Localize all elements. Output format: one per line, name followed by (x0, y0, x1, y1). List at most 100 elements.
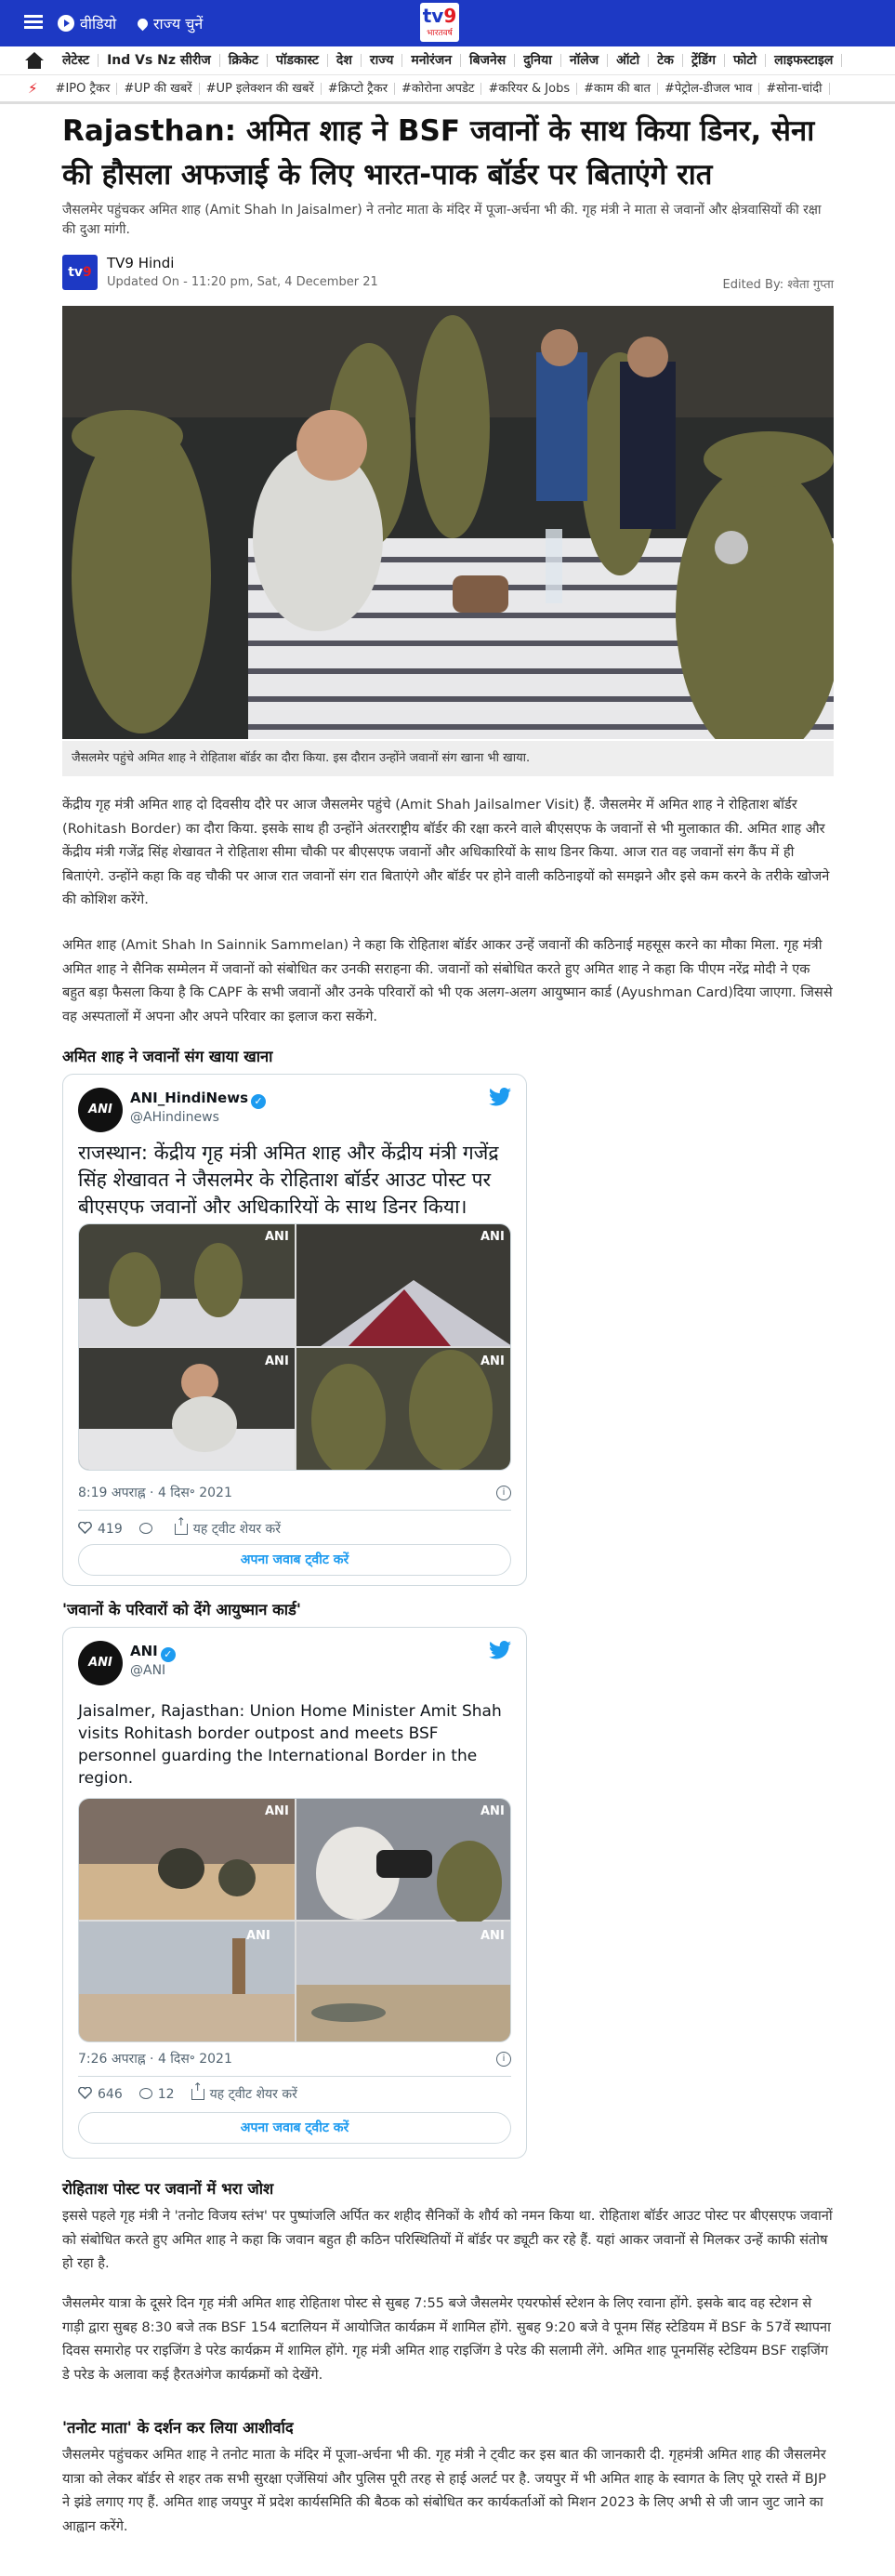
tweet-timestamp[interactable]: 8:19 अपराह्न · 4 दिस॰ 2021 (78, 1484, 232, 1501)
location-pin-icon (135, 16, 151, 31)
like-count: 419 (98, 1521, 123, 1537)
reply-button[interactable]: 12 (138, 2086, 175, 2102)
trending-tag[interactable]: #कोरोना अपडेट (395, 82, 482, 95)
hero-image (62, 306, 834, 739)
state-selector[interactable]: राज्य चुनें (135, 13, 204, 33)
embedded-tweet-1[interactable]: ANI ANI_HindiNews ✓ @AHindinews राजस्थान:… (62, 1074, 527, 1586)
paragraph-3: इससे पहले गृह मंत्री ने 'तनोट विजय स्तंभ… (62, 2208, 833, 2271)
ani-watermark: ANI (265, 1230, 289, 1244)
nav-item[interactable]: दुनिया (515, 54, 561, 67)
ani-watermark: ANI (265, 1354, 289, 1368)
share-button[interactable]: यह ट्वीट शेयर करें (174, 1515, 282, 1538)
video-link[interactable]: वीडियो (58, 13, 116, 33)
twitter-bird-icon[interactable] (489, 1088, 511, 1106)
author-logo: tv9 (62, 255, 98, 290)
tweet-avatar[interactable]: ANI (78, 1088, 123, 1132)
state-label: राज्य चुनें (153, 15, 204, 33)
reply-tweet-button[interactable]: अपना जवाब ट्वीट करें (78, 2112, 511, 2144)
share-label: यह ट्वीट शेयर करें (209, 2087, 297, 2102)
trending-tag[interactable]: #काम की बात (577, 82, 658, 95)
hero-photo-illustration (62, 306, 834, 739)
nav-item[interactable]: मनोरंजन (402, 54, 461, 67)
ani-watermark: ANI (480, 1804, 505, 1818)
tweet-avatar[interactable]: ANI (78, 1641, 123, 1685)
section-heading-dinner: अमित शाह ने जवानों संग खाया खाना (62, 1048, 273, 1065)
trending-tag[interactable]: #क्रिप्टो ट्रैकर (322, 82, 396, 95)
tweet-actions: 419 यह ट्वीट शेयर करें (78, 1515, 282, 1538)
trending-tag[interactable]: #पेट्रोल-डीजल भाव (658, 82, 760, 95)
nav-item[interactable]: ऑटो (608, 54, 650, 67)
video-label: वीडियो (80, 15, 117, 33)
nav-item[interactable]: फोटो (725, 54, 767, 67)
info-icon[interactable]: i (496, 2052, 511, 2067)
updated-time: Updated On - 11:20 pm, Sat, 4 December 2… (107, 275, 378, 289)
nav-item[interactable]: बिजनेस (461, 54, 516, 67)
logo-subtext: भारतवर्ष (427, 29, 453, 38)
twitter-bird-icon[interactable] (489, 1641, 511, 1659)
top-bar: वीडियो राज्य चुनें tv9 भारतवर्ष (0, 0, 895, 46)
tweet-author-name-text: ANI (130, 1643, 158, 1659)
nav-item[interactable]: क्रिकेट (220, 54, 268, 67)
nav-item[interactable]: लेटेस्ट (54, 54, 99, 67)
trending-tag[interactable]: #करियर & Jobs (481, 82, 578, 95)
logo-text: tv9 (422, 5, 457, 27)
author-block: tv9 TV9 Hindi Updated On - 11:20 pm, Sat… (62, 253, 834, 292)
tweet-actions: 646 12 यह ट्वीट शेयर करें (78, 2081, 297, 2103)
nav-item[interactable]: ट्रेंडिंग (683, 54, 725, 67)
trending-tags-bar: ⚡ #IPO ट्रैकर #UP की खबरें #UP इलेक्शन की … (0, 74, 895, 104)
nav-item[interactable]: Ind Vs Nz सीरीज (99, 54, 220, 67)
play-icon (58, 15, 74, 32)
tweet-author-name[interactable]: ANI_HindiNews ✓ (130, 1090, 267, 1109)
nav-item[interactable]: पॉडकास्ट (268, 54, 328, 67)
reply-count: 12 (157, 2086, 175, 2102)
reply-button[interactable] (138, 1522, 158, 1537)
section-heading-rohitash: रोहिताश पोस्ट पर जवानों में भरा जोश (62, 2180, 274, 2198)
tweet-author-name[interactable]: ANI ✓ (130, 1643, 176, 1662)
tweet-author-name-text: ANI_HindiNews (130, 1090, 249, 1106)
like-button[interactable]: 419 (78, 1521, 123, 1537)
image-caption: जैसलमेर पहुंचे अमित शाह ने रोहिताश बॉर्ड… (62, 741, 834, 776)
ani-watermark: ANI (246, 1929, 270, 1943)
tweet-photos (79, 1224, 510, 1470)
nav-item[interactable]: लाइफस्टाइल (766, 54, 843, 67)
nav-item[interactable]: राज्य (362, 54, 403, 67)
heart-icon (78, 1521, 92, 1534)
info-icon[interactable]: i (496, 1486, 511, 1500)
trending-tag[interactable]: #UP की खबरें (117, 82, 200, 95)
nav-item[interactable]: टेक (649, 54, 683, 67)
home-icon[interactable] (24, 52, 45, 69)
like-count: 646 (98, 2086, 123, 2102)
edited-by: Edited By: श्वेता गुप्ता (722, 278, 835, 292)
tweet-divider (78, 2076, 511, 2077)
share-icon (174, 1515, 188, 1535)
tweet-media-grid[interactable]: ANI ANI ANI ANI (78, 1798, 511, 2042)
ani-watermark: ANI (480, 1929, 505, 1943)
share-label: यह ट्वीट शेयर करें (192, 1522, 282, 1537)
tweet-handle[interactable]: @AHindinews (130, 1110, 219, 1125)
heart-icon (78, 2086, 92, 2099)
trending-tag[interactable]: #UP इलेक्शन की खबरें (200, 82, 322, 95)
article-summary: जैसलमेर पहुंचकर अमित शाह (Amit Shah In J… (62, 203, 822, 237)
hamburger-menu-icon[interactable] (24, 15, 43, 29)
nav-item[interactable]: देश (328, 54, 362, 67)
share-button[interactable]: यह ट्वीट शेयर करें (191, 2081, 297, 2103)
trending-tag[interactable]: #IPO ट्रैकर (49, 82, 118, 95)
author-name[interactable]: TV9 Hindi (107, 255, 174, 271)
tweet-handle[interactable]: @ANI (130, 1663, 165, 1678)
verified-badge-icon: ✓ (251, 1094, 267, 1109)
tweet-timestamp[interactable]: 7:26 अपराह्न · 4 दिस॰ 2021 (78, 2050, 232, 2067)
reply-tweet-button[interactable]: अपना जवाब ट्वीट करें (78, 1544, 511, 1576)
trending-tag[interactable]: #सोना-चांदी (759, 82, 830, 95)
share-icon (191, 2081, 204, 2100)
article-title: Rajasthan: अमित शाह ने BSF जवानों के साथ… (62, 114, 815, 192)
lightning-icon: ⚡ (28, 80, 38, 97)
verified-badge-icon: ✓ (160, 1647, 176, 1662)
site-logo[interactable]: tv9 भारतवर्ष (420, 3, 459, 42)
like-button[interactable]: 646 (78, 2086, 123, 2102)
embedded-tweet-2[interactable]: ANI ANI ✓ @ANI Jaisalmer, Rajasthan: Unio… (62, 1627, 527, 2159)
tweet-media-grid[interactable]: ANI ANI ANI ANI (78, 1223, 511, 1471)
ani-watermark: ANI (265, 1804, 289, 1818)
tweet-photos (79, 1799, 510, 2041)
paragraph-2: अमित शाह (Amit Shah In Sainnik Sammelan)… (62, 937, 833, 1024)
nav-item[interactable]: नॉलेज (561, 54, 609, 67)
